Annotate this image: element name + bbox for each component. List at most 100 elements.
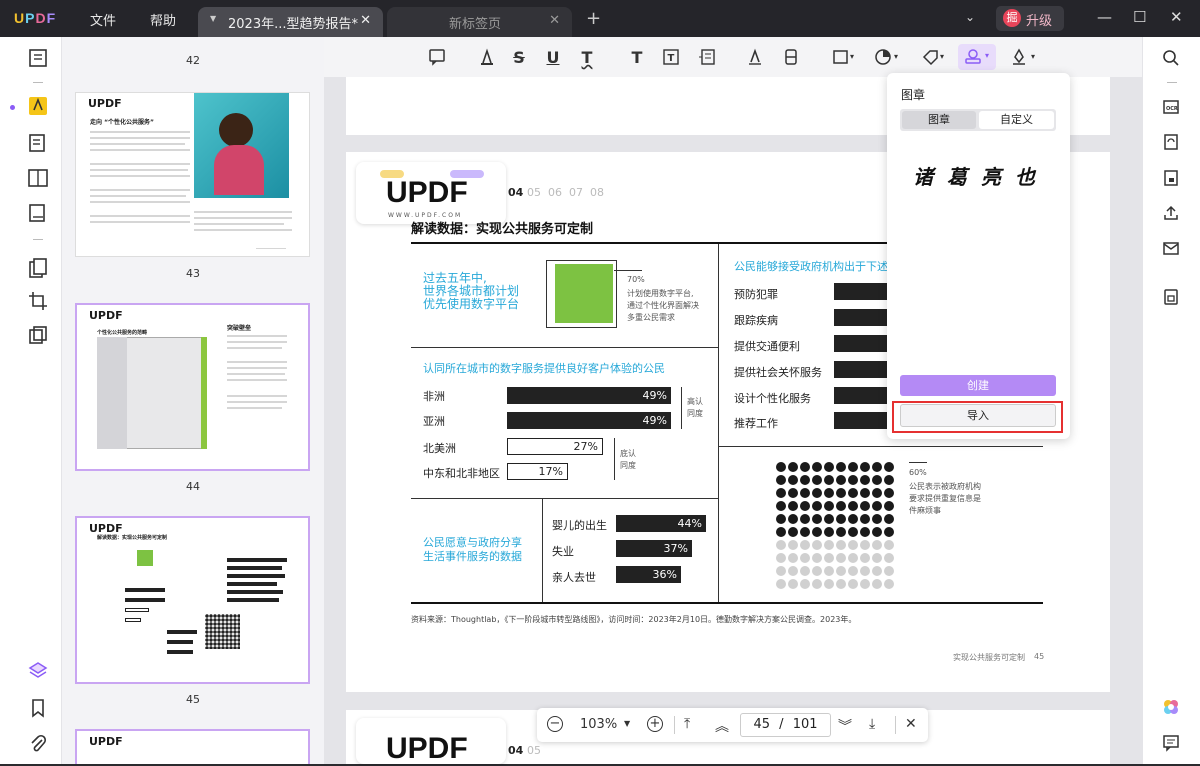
- dot: [776, 475, 786, 485]
- text-callout-icon[interactable]: [696, 48, 718, 66]
- close-icon[interactable]: ✕: [905, 716, 917, 732]
- dot: [872, 514, 882, 524]
- thumbnail-page-46[interactable]: UPDF: [75, 729, 310, 764]
- strikethrough-icon[interactable]: S: [508, 48, 530, 67]
- layers-stack-icon[interactable]: [27, 660, 49, 682]
- squiggly-icon[interactable]: T: [576, 48, 598, 67]
- zoom-level[interactable]: 103%: [580, 717, 617, 732]
- dot: [776, 566, 786, 576]
- page-number-label: 42: [186, 54, 200, 67]
- region-bar: 27%: [507, 438, 603, 455]
- signature-icon[interactable]: [1008, 48, 1030, 66]
- dot: [884, 553, 894, 563]
- shape-fill-icon[interactable]: [872, 48, 894, 66]
- next-page-icon[interactable]: ︾: [838, 716, 852, 736]
- tab-custom[interactable]: 自定义: [979, 111, 1054, 129]
- upgrade-button[interactable]: 掘 升级: [996, 6, 1064, 31]
- page-number-label: 44: [186, 480, 200, 493]
- share-block: 公民愿意与政府分享 生活事件服务的数据: [423, 536, 522, 563]
- dot: [776, 488, 786, 498]
- chevron-down-icon[interactable]: ▾: [894, 52, 898, 61]
- tab-document[interactable]: ▼ 2023年...型趋势报告* ✕: [198, 7, 383, 37]
- tab-stamp[interactable]: 图章: [902, 111, 976, 129]
- dot: [812, 527, 822, 537]
- shape-icon[interactable]: [830, 48, 852, 66]
- dot: [776, 579, 786, 589]
- dot: [788, 514, 798, 524]
- zoom-out-icon[interactable]: −: [547, 716, 563, 732]
- fill-sign-icon[interactable]: [27, 202, 49, 224]
- text-box-icon[interactable]: T: [660, 48, 682, 66]
- attachment-icon[interactable]: [27, 733, 49, 755]
- region-label: 北美洲: [423, 442, 456, 455]
- new-tab-icon[interactable]: +: [586, 8, 601, 29]
- close-icon[interactable]: ✕: [549, 13, 560, 28]
- search-icon[interactable]: [1162, 49, 1180, 67]
- crop-icon[interactable]: [27, 290, 49, 312]
- tab-new[interactable]: 新标签页 ✕: [387, 7, 572, 37]
- chevron-down-icon[interactable]: ▼: [624, 719, 630, 728]
- form-icon[interactable]: [27, 167, 49, 189]
- stamp-tool-button[interactable]: ▾: [958, 44, 996, 70]
- create-stamp-button[interactable]: 创建: [900, 375, 1056, 396]
- pencil-icon[interactable]: [744, 48, 766, 66]
- comment-tool-icon[interactable]: [27, 95, 49, 117]
- dot: [836, 462, 846, 472]
- share-icon[interactable]: [1162, 204, 1180, 222]
- event-label: 失业: [552, 545, 574, 558]
- close-icon[interactable]: ✕: [360, 13, 371, 28]
- protect-icon[interactable]: [1162, 169, 1180, 187]
- previous-page-icon[interactable]: ︽: [715, 716, 729, 736]
- zoom-in-icon[interactable]: +: [647, 716, 663, 732]
- page-num-04: 04: [508, 186, 524, 199]
- reader-icon[interactable]: [27, 47, 49, 69]
- menu-file[interactable]: 文件: [90, 10, 116, 29]
- dot: [884, 514, 894, 524]
- convert-icon[interactable]: [1162, 133, 1180, 151]
- stamp-preview[interactable]: 诸葛亮也: [913, 161, 1049, 190]
- chevron-down-icon[interactable]: ▾: [1031, 52, 1035, 61]
- dot: [872, 462, 882, 472]
- eraser-icon[interactable]: [780, 48, 802, 66]
- stat-block-1: 过去五年中, 世界各城市都计划 优先使用数字平台: [423, 271, 520, 311]
- note-icon[interactable]: [426, 48, 448, 66]
- highlight-icon[interactable]: [476, 48, 498, 66]
- underline-icon[interactable]: U: [542, 48, 564, 67]
- text-icon[interactable]: T: [626, 48, 648, 67]
- close-window-icon[interactable]: ✕: [1170, 8, 1183, 26]
- chevron-down-icon[interactable]: ⌄: [965, 10, 975, 24]
- chevron-down-icon[interactable]: ▼: [210, 14, 216, 23]
- title-bar: UPDF 文件 帮助 ▼ 2023年...型趋势报告* ✕ 新标签页 ✕ + ⌄…: [0, 0, 1200, 37]
- page-number-input[interactable]: 45 / 101: [740, 713, 831, 737]
- page-num-08: 08: [590, 186, 604, 199]
- chevron-down-icon[interactable]: ▾: [850, 52, 854, 61]
- minimize-icon[interactable]: —: [1097, 8, 1112, 26]
- sticker-icon[interactable]: [919, 48, 941, 66]
- chevron-down-icon[interactable]: ▾: [940, 52, 944, 61]
- thumbnail-page-44[interactable]: UPDF 个性化公共服务的范畴 突破壁垒: [75, 303, 310, 471]
- dot: [848, 579, 858, 589]
- bookmark-icon[interactable]: [27, 697, 49, 719]
- dot: [800, 475, 810, 485]
- email-icon[interactable]: [1162, 239, 1180, 257]
- dot: [836, 488, 846, 498]
- maximize-icon[interactable]: ☐: [1133, 8, 1146, 26]
- edit-pdf-icon[interactable]: [27, 132, 49, 154]
- ocr-icon[interactable]: OCR: [1162, 98, 1180, 116]
- layers-icon[interactable]: [27, 324, 49, 346]
- organize-pages-icon[interactable]: [27, 257, 49, 279]
- comment-list-icon[interactable]: [1162, 734, 1180, 752]
- event-label: 婴儿的出生: [552, 519, 607, 532]
- menu-help[interactable]: 帮助: [150, 10, 176, 29]
- stamp-icon: [965, 49, 981, 64]
- chevron-down-icon: ▾: [985, 51, 990, 60]
- last-page-icon[interactable]: ⤓: [869, 716, 875, 732]
- ai-assistant-icon[interactable]: [1162, 698, 1180, 716]
- dot: [812, 514, 822, 524]
- thumbnail-page-45[interactable]: UPDF 解读数据：实现公共服务可定制: [75, 516, 310, 684]
- dot: [848, 527, 858, 537]
- first-page-icon[interactable]: ⤒: [684, 716, 690, 732]
- save-icon[interactable]: [1162, 288, 1180, 306]
- thumbnail-page-43[interactable]: UPDF 走向 “个性化公共服务”: [75, 92, 310, 257]
- dot: [860, 579, 870, 589]
